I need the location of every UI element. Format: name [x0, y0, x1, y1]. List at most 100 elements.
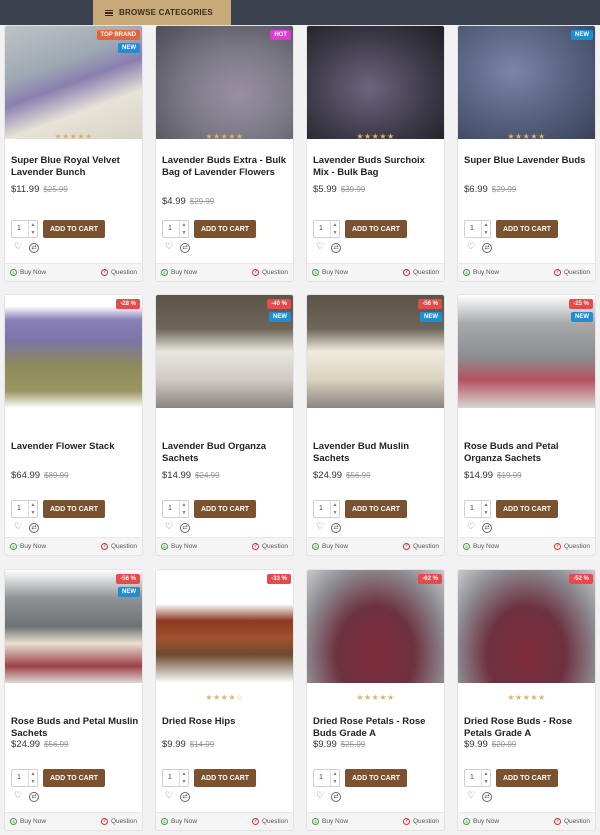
product-image[interactable] — [156, 26, 293, 139]
buy-now-link[interactable]: $ Buy Now — [161, 818, 197, 825]
compare-icon[interactable]: ⇄ — [482, 792, 492, 802]
product-title[interactable]: Dried Rose Hips — [162, 716, 290, 728]
compare-icon[interactable]: ⇄ — [29, 792, 39, 802]
stepper-arrows-icon[interactable]: ▲ ▼ — [28, 770, 37, 786]
buy-now-link[interactable]: $ Buy Now — [463, 543, 499, 550]
product-card[interactable]: -33 % ★★★★☆ Dried Rose Hips $9.99 $14.99 1 ▲ ▼ A… — [155, 569, 294, 831]
wishlist-heart-icon[interactable]: ♡ — [315, 521, 325, 531]
quantity-stepper[interactable]: 1 ▲ ▼ — [11, 500, 38, 518]
product-title[interactable]: Lavender Buds Surchoix Mix - Bulk Bag — [313, 155, 441, 179]
add-to-cart-button[interactable]: ADD TO CART — [43, 220, 105, 238]
product-image[interactable] — [5, 295, 142, 408]
stepper-arrows-icon[interactable]: ▲ ▼ — [481, 501, 490, 517]
buy-now-link[interactable]: $ Buy Now — [463, 269, 499, 276]
quantity-stepper[interactable]: 1 ▲ ▼ — [313, 769, 340, 787]
compare-icon[interactable]: ⇄ — [331, 243, 341, 253]
quantity-stepper[interactable]: 1 ▲ ▼ — [11, 220, 38, 238]
compare-icon[interactable]: ⇄ — [180, 243, 190, 253]
buy-now-link[interactable]: $ Buy Now — [312, 543, 348, 550]
stepper-arrows-icon[interactable]: ▲ ▼ — [330, 221, 339, 237]
browse-categories-button[interactable]: BROWSE CATEGORIES — [93, 0, 231, 25]
quantity-stepper[interactable]: 1 ▲ ▼ — [162, 500, 189, 518]
compare-icon[interactable]: ⇄ — [482, 243, 492, 253]
compare-icon[interactable]: ⇄ — [331, 792, 341, 802]
question-link[interactable]: ? Question — [100, 818, 137, 825]
product-title[interactable]: Rose Buds and Petal Organza Sachets — [464, 441, 592, 465]
add-to-cart-button[interactable]: ADD TO CART — [496, 220, 558, 238]
product-title[interactable]: Dried Rose Petals - Rose Buds Grade A — [313, 716, 441, 740]
add-to-cart-button[interactable]: ADD TO CART — [345, 220, 407, 238]
wishlist-heart-icon[interactable]: ♡ — [466, 241, 476, 251]
product-card[interactable]: -52 % ★★★★★ Dried Rose Buds - Rose Petals … — [457, 569, 596, 831]
compare-icon[interactable]: ⇄ — [180, 792, 190, 802]
quantity-stepper[interactable]: 1 ▲ ▼ — [313, 220, 340, 238]
stepper-arrows-icon[interactable]: ▲ ▼ — [330, 770, 339, 786]
question-link[interactable]: ? Question — [553, 818, 590, 825]
product-card[interactable]: -25 % NEW Rose Buds and Petal Organza Sach… — [457, 294, 596, 556]
product-image[interactable] — [156, 570, 293, 683]
wishlist-heart-icon[interactable]: ♡ — [13, 241, 23, 251]
add-to-cart-button[interactable]: ADD TO CART — [194, 220, 256, 238]
wishlist-heart-icon[interactable]: ♡ — [13, 521, 23, 531]
product-title[interactable]: Lavender Buds Extra - Bulk Bag of Lavend… — [162, 155, 290, 179]
add-to-cart-button[interactable]: ADD TO CART — [194, 769, 256, 787]
compare-icon[interactable]: ⇄ — [180, 523, 190, 533]
compare-icon[interactable]: ⇄ — [331, 523, 341, 533]
stepper-arrows-icon[interactable]: ▲ ▼ — [481, 770, 490, 786]
wishlist-heart-icon[interactable]: ♡ — [13, 790, 23, 800]
buy-now-link[interactable]: $ Buy Now — [10, 269, 46, 276]
product-card[interactable]: -62 % ★★★★★ Dried Rose Petals - Rose Buds … — [306, 569, 445, 831]
compare-icon[interactable]: ⇄ — [29, 243, 39, 253]
question-link[interactable]: ? Question — [402, 818, 439, 825]
product-card[interactable]: -56 % NEW Lavender Bud Muslin Sachets $24.9… — [306, 294, 445, 556]
product-title[interactable]: Lavender Bud Muslin Sachets — [313, 441, 441, 465]
product-image[interactable] — [458, 570, 595, 683]
wishlist-heart-icon[interactable]: ♡ — [164, 790, 174, 800]
product-card[interactable]: -56 % NEW Rose Buds and Petal Muslin Sache… — [4, 569, 143, 831]
stepper-arrows-icon[interactable]: ▲ ▼ — [330, 501, 339, 517]
add-to-cart-button[interactable]: ADD TO CART — [345, 769, 407, 787]
product-title[interactable]: Super Blue Lavender Buds — [464, 155, 592, 167]
buy-now-link[interactable]: $ Buy Now — [312, 818, 348, 825]
quantity-stepper[interactable]: 1 ▲ ▼ — [464, 769, 491, 787]
buy-now-link[interactable]: $ Buy Now — [463, 818, 499, 825]
question-link[interactable]: ? Question — [100, 269, 137, 276]
stepper-arrows-icon[interactable]: ▲ ▼ — [179, 501, 188, 517]
buy-now-link[interactable]: $ Buy Now — [10, 543, 46, 550]
product-card[interactable]: NEW ★★★★★ Super Blue Lavender Buds $6.99 $29… — [457, 25, 596, 282]
wishlist-heart-icon[interactable]: ♡ — [164, 241, 174, 251]
buy-now-link[interactable]: $ Buy Now — [312, 269, 348, 276]
stepper-arrows-icon[interactable]: ▲ ▼ — [28, 501, 37, 517]
add-to-cart-button[interactable]: ADD TO CART — [43, 769, 105, 787]
buy-now-link[interactable]: $ Buy Now — [10, 818, 46, 825]
stepper-arrows-icon[interactable]: ▲ ▼ — [28, 221, 37, 237]
product-image[interactable] — [458, 26, 595, 139]
stepper-arrows-icon[interactable]: ▲ ▼ — [179, 221, 188, 237]
compare-icon[interactable]: ⇄ — [29, 523, 39, 533]
add-to-cart-button[interactable]: ADD TO CART — [496, 769, 558, 787]
question-link[interactable]: ? Question — [553, 269, 590, 276]
wishlist-heart-icon[interactable]: ♡ — [164, 521, 174, 531]
wishlist-heart-icon[interactable]: ♡ — [315, 790, 325, 800]
buy-now-link[interactable]: $ Buy Now — [161, 269, 197, 276]
question-link[interactable]: ? Question — [251, 543, 288, 550]
product-title[interactable]: Dried Rose Buds - Rose Petals Grade A — [464, 716, 592, 740]
question-link[interactable]: ? Question — [251, 269, 288, 276]
product-card[interactable]: -40 % NEW Lavender Bud Organza Sachets $14.… — [155, 294, 294, 556]
add-to-cart-button[interactable]: ADD TO CART — [194, 500, 256, 518]
product-title[interactable]: Rose Buds and Petal Muslin Sachets — [11, 716, 139, 740]
quantity-stepper[interactable]: 1 ▲ ▼ — [313, 500, 340, 518]
product-card[interactable]: TOP BRAND NEW ★★★★★ Super Blue Royal Velvet… — [4, 25, 143, 282]
quantity-stepper[interactable]: 1 ▲ ▼ — [162, 769, 189, 787]
add-to-cart-button[interactable]: ADD TO CART — [496, 500, 558, 518]
product-card[interactable]: ★★★★★ Lavender Buds Surchoix Mix - Bulk B… — [306, 25, 445, 282]
product-title[interactable]: Lavender Flower Stack — [11, 441, 139, 453]
add-to-cart-button[interactable]: ADD TO CART — [345, 500, 407, 518]
product-card[interactable]: -28 % Lavender Flower Stack $64.99 $89.99 1 ▲… — [4, 294, 143, 556]
product-title[interactable]: Super Blue Royal Velvet Lavender Bunch — [11, 155, 139, 179]
quantity-stepper[interactable]: 1 ▲ ▼ — [162, 220, 189, 238]
stepper-arrows-icon[interactable]: ▲ ▼ — [179, 770, 188, 786]
question-link[interactable]: ? Question — [251, 818, 288, 825]
wishlist-heart-icon[interactable]: ♡ — [466, 521, 476, 531]
quantity-stepper[interactable]: 1 ▲ ▼ — [464, 220, 491, 238]
